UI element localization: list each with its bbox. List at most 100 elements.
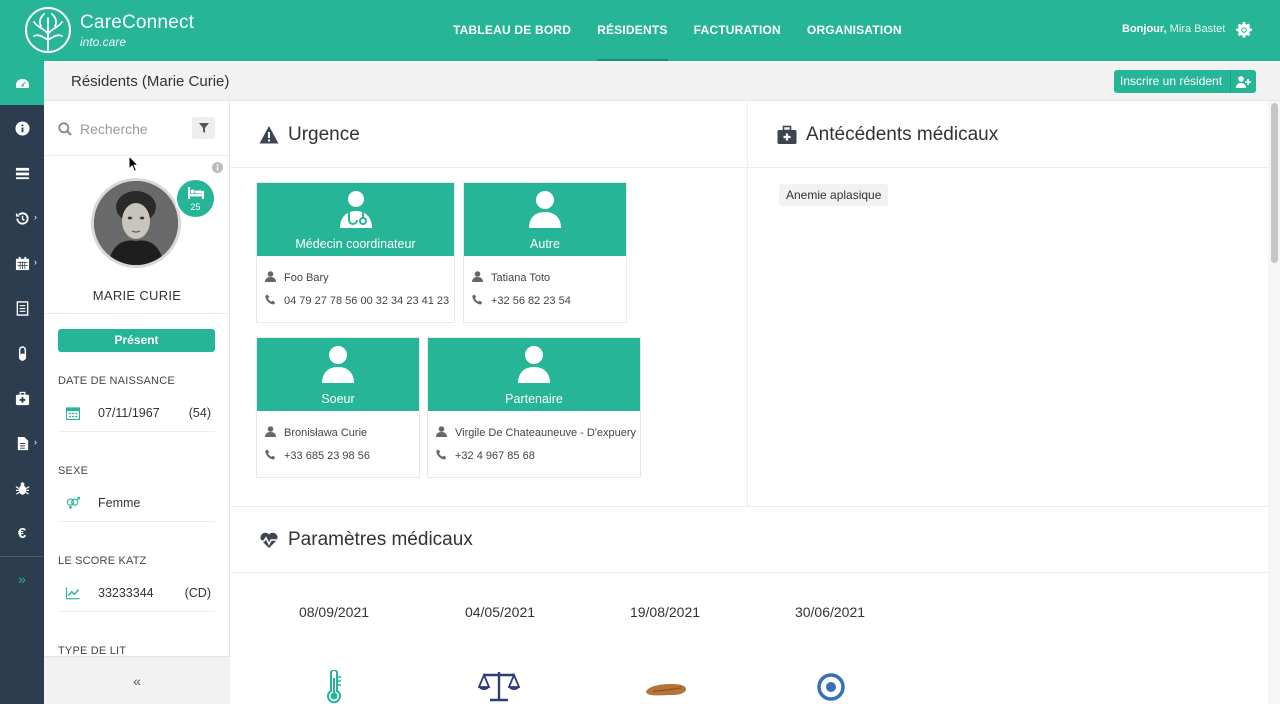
info-icon[interactable] (212, 162, 223, 173)
antecedent-tag[interactable]: Anemie aplasique (779, 184, 889, 206)
enroll-resident-button[interactable]: Inscrire un résident (1114, 70, 1257, 93)
user-icon (472, 271, 483, 282)
rail-medical[interactable] (0, 376, 44, 420)
chevron-right-icon: › (34, 437, 37, 447)
sex-value: Femme (98, 496, 141, 510)
contact-phone-line: +33 685 23 98 56 (265, 449, 370, 462)
urgence-title: Urgence (288, 124, 360, 145)
euro-icon: € (17, 524, 27, 542)
birthdate-value: 07/11/1967 (98, 406, 160, 420)
contact-phone[interactable]: +33 685 23 98 56 (284, 450, 370, 462)
contact-phone-line: +32 4 967 85 68 (436, 449, 535, 462)
antecedents-title: Antécédents médicaux (806, 124, 999, 145)
search-input[interactable] (80, 118, 190, 140)
user-icon (322, 346, 354, 383)
user-icon (518, 346, 550, 383)
user-greeting[interactable]: Bonjour, Mira Bastet (1122, 23, 1225, 35)
scrollbar-thumb[interactable] (1271, 103, 1278, 263)
contact-card-soeur[interactable]: Soeur Bronisława Curie +33 685 23 98 56 (256, 337, 420, 478)
rail-medication[interactable] (0, 331, 44, 375)
gear-icon[interactable] (1236, 22, 1252, 38)
phone-icon (265, 294, 276, 305)
rail-expand[interactable]: » (0, 557, 44, 601)
katz-value: 33233344 (98, 586, 154, 600)
param-date: 04/05/2021 (464, 604, 536, 620)
calendar-icon (15, 256, 29, 270)
contact-name: Virgile De Chateauneuve - D'expuery (455, 427, 637, 439)
rail-documents[interactable] (0, 286, 44, 330)
nav-facturation[interactable]: FACTURATION (681, 0, 794, 61)
contact-card-header: Partenaire (428, 338, 640, 411)
filter-icon (198, 123, 209, 133)
parametres-title: Paramètres médicaux (288, 529, 473, 550)
user-icon (265, 271, 276, 282)
antecedents-header: Antécédents médicaux (748, 101, 1268, 168)
rail-history[interactable] (0, 196, 44, 240)
rail-files[interactable] (0, 421, 44, 465)
user-icon (436, 426, 447, 437)
katz-category: (CD) (184, 586, 211, 600)
contact-role: Autre (530, 237, 560, 251)
medkit-icon (777, 125, 797, 144)
status-badge[interactable]: Présent (58, 329, 215, 352)
scale-icon[interactable] (478, 670, 520, 704)
contact-name: Foo Bary (284, 272, 329, 284)
stool-icon[interactable] (643, 670, 689, 704)
info-icon (14, 120, 30, 136)
contact-phone[interactable]: 04 79 27 78 56 00 32 34 23 41 23 (284, 295, 449, 307)
nav-tableau-de-bord[interactable]: TABLEAU DE BORD (440, 0, 584, 61)
resident-avatar[interactable] (91, 178, 181, 268)
top-navbar: CareConnect into.care TABLEAU DE BORD RÉ… (0, 0, 1280, 61)
chart-line-icon (66, 587, 80, 600)
divider (44, 313, 230, 314)
user-plus-icon (1230, 70, 1256, 93)
contact-phone-line: +32 56 82 23 54 (472, 294, 571, 307)
contact-name-line: Foo Bary (265, 271, 329, 284)
contact-role: Partenaire (505, 392, 563, 406)
bed-icon (188, 187, 204, 199)
greeting-text: Bonjour, (1122, 23, 1167, 35)
enroll-resident-label: Inscrire un résident (1120, 74, 1223, 88)
collapse-sidebar-button[interactable]: « (44, 656, 230, 704)
rail-billing[interactable]: € (0, 511, 44, 555)
contact-card-medecin[interactable]: Médecin coordinateur Foo Bary 04 79 27 7… (256, 182, 455, 323)
bed-badge: 25 (175, 178, 216, 219)
search-bar (44, 101, 230, 156)
speedometer-icon (15, 78, 29, 88)
rail-bugs[interactable] (0, 466, 44, 510)
gender-icon (66, 496, 80, 509)
target-icon[interactable] (816, 670, 846, 704)
contact-phone[interactable]: +32 4 967 85 68 (455, 450, 535, 462)
thermometer-icon[interactable] (324, 670, 344, 704)
list-icon (15, 167, 29, 179)
careconnect-logo-icon[interactable] (24, 6, 72, 54)
contact-name-line: Bronisława Curie (265, 426, 367, 439)
rail-info[interactable] (0, 106, 44, 150)
contact-name: Tatiana Toto (491, 272, 551, 284)
contact-card-partenaire[interactable]: Partenaire Virgile De Chateauneuve - D'e… (427, 337, 641, 478)
bug-icon (15, 481, 29, 495)
rail-calendar[interactable] (0, 241, 44, 285)
param-date: 30/06/2021 (794, 604, 866, 620)
contact-phone[interactable]: +32 56 82 23 54 (491, 295, 571, 307)
warning-icon (259, 126, 279, 144)
user-icon (529, 191, 561, 228)
filter-button[interactable] (192, 117, 215, 139)
urgence-header: Urgence (230, 101, 747, 168)
resident-sidebar: 25 MARIE CURIE Présent DATE DE NAISSANCE… (44, 101, 230, 704)
rail-dashboard[interactable] (0, 61, 44, 105)
user-icon (265, 426, 276, 437)
nav-residents[interactable]: RÉSIDENTS (584, 0, 680, 61)
nav-organisation[interactable]: ORGANISATION (794, 0, 915, 61)
double-chevron-right-icon: » (18, 571, 26, 587)
contact-card-autre[interactable]: Autre Tatiana Toto +32 56 82 23 54 (463, 182, 627, 323)
file-icon (17, 436, 28, 450)
contact-card-header: Médecin coordinateur (257, 183, 454, 256)
birthdate-label: DATE DE NAISSANCE (58, 375, 175, 387)
sex-row: Femme (58, 484, 215, 522)
contact-role: Médecin coordinateur (295, 237, 416, 251)
contact-card-header: Autre (464, 183, 626, 256)
param-date: 19/08/2021 (629, 604, 701, 620)
rail-list[interactable] (0, 151, 44, 195)
icon-rail: › › › € » (0, 61, 44, 704)
